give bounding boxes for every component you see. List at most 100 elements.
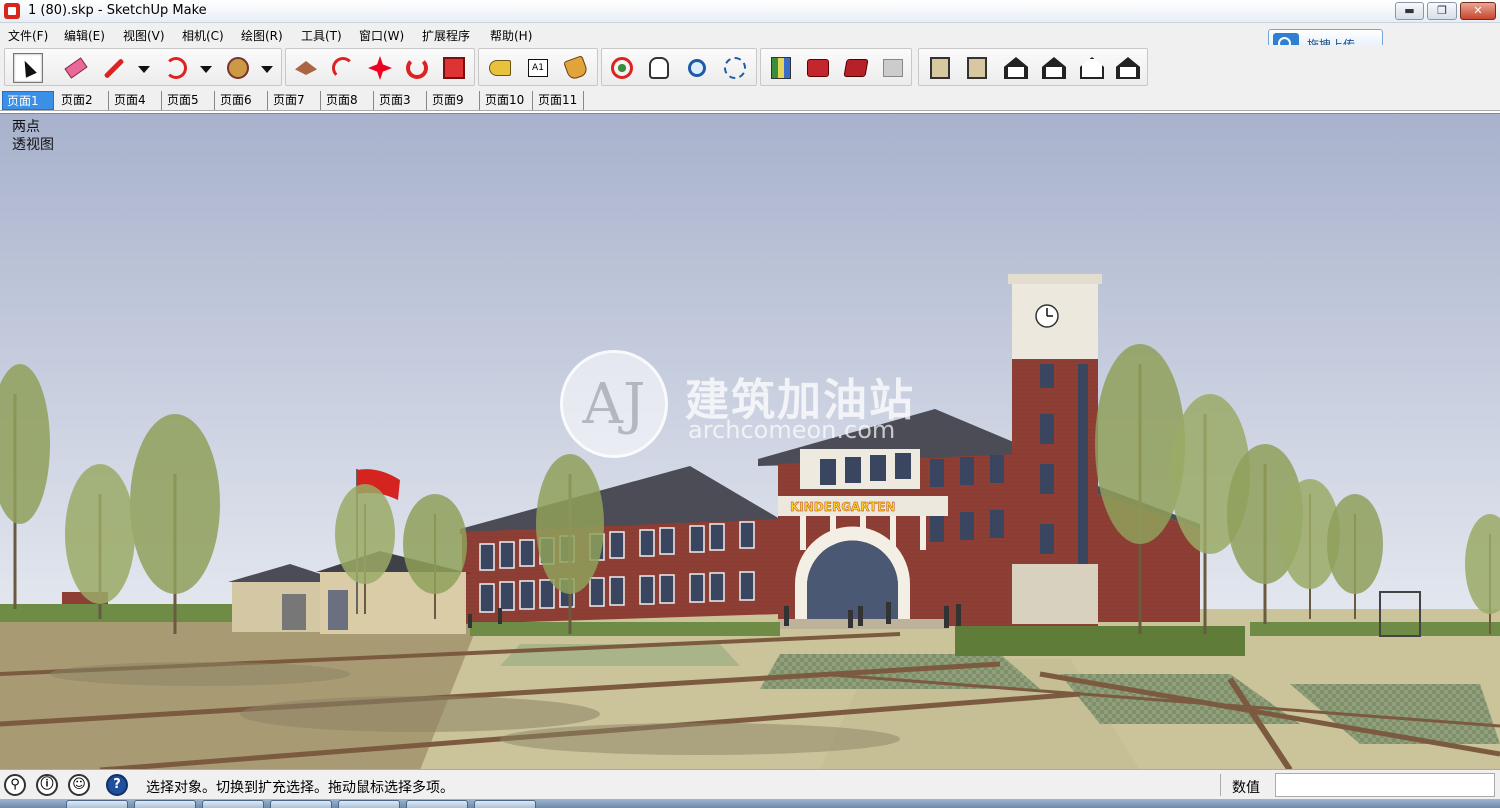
- taskbar-item-2[interactable]: [134, 800, 196, 808]
- scale-tool-button[interactable]: [439, 53, 469, 83]
- follow-me-icon: [332, 57, 354, 79]
- menu-window[interactable]: 窗口(W): [359, 27, 404, 44]
- shape-dropdown-chevron-icon[interactable]: [261, 66, 273, 73]
- geo-location-icon[interactable]: ⚲: [4, 774, 26, 796]
- top-view-button[interactable]: [962, 53, 992, 83]
- paint-bucket-tool-button[interactable]: [561, 53, 591, 83]
- scene-tab-8[interactable]: 页面8: [322, 91, 374, 110]
- line-tool-button[interactable]: [99, 53, 129, 83]
- eraser-tool-button[interactable]: [61, 53, 91, 83]
- move-tool-button[interactable]: [365, 53, 395, 83]
- scene-tab-1[interactable]: 页面1: [2, 91, 54, 110]
- status-divider: [1220, 774, 1221, 796]
- edit-tools-group: [285, 48, 475, 86]
- paint-bucket-icon: [563, 55, 589, 81]
- title-bar: 1 (80).skp - SketchUp Make ▬ ❐ ✕: [0, 0, 1500, 23]
- scene-tab-5[interactable]: 页面5: [163, 91, 215, 110]
- zoom-extents-icon: [724, 57, 746, 79]
- select-tool-button[interactable]: [13, 53, 43, 83]
- back-view-button[interactable]: [1077, 53, 1107, 83]
- top-view-icon: [967, 57, 987, 79]
- left-view-button[interactable]: [1113, 53, 1143, 83]
- measurements-label: 数值: [1232, 780, 1260, 796]
- shape-tool-button[interactable]: [223, 53, 253, 83]
- minimize-button[interactable]: ▬: [1395, 2, 1424, 20]
- back-view-icon: [1080, 57, 1104, 79]
- measurements-input[interactable]: [1275, 773, 1495, 797]
- front-view-icon: [1004, 57, 1028, 79]
- zoom-tool-button[interactable]: [682, 53, 712, 83]
- scene-tab-10[interactable]: 页面10: [481, 91, 533, 110]
- move-icon: [368, 56, 392, 80]
- menu-view[interactable]: 视图(V): [123, 27, 165, 44]
- model-viewport[interactable]: KINDERGARTEN 两点 透视图 AJ 建筑加油站 archcomeon.…: [0, 113, 1500, 769]
- views-toolbar-group: [918, 48, 1148, 86]
- pencil-icon: [103, 57, 125, 79]
- menu-edit[interactable]: 编辑(E): [64, 27, 105, 44]
- text-icon: A1: [528, 59, 548, 77]
- tree-shadow-1: [240, 696, 600, 732]
- tower-base: [1012, 564, 1098, 624]
- arc-tool-button[interactable]: [161, 53, 191, 83]
- taskbar-item-7[interactable]: [474, 800, 536, 808]
- tree-shadow-3: [50, 662, 350, 686]
- menu-tools[interactable]: 工具(T): [301, 27, 342, 44]
- taskbar-item-4[interactable]: [270, 800, 332, 808]
- camera-mode-line-1: 两点: [12, 119, 40, 135]
- tape-measure-tool-button[interactable]: [485, 53, 515, 83]
- text-tool-button[interactable]: A1: [523, 53, 553, 83]
- push-pull-icon: [295, 61, 317, 75]
- push-pull-tool-button[interactable]: [291, 53, 321, 83]
- menu-file[interactable]: 文件(F): [8, 27, 48, 44]
- 3d-warehouse-button[interactable]: [803, 53, 833, 83]
- iso-view-button[interactable]: [925, 53, 955, 83]
- tape-measure-icon: [489, 60, 511, 76]
- hedge-left: [0, 604, 240, 622]
- credits-icon[interactable]: ⓘ: [36, 774, 58, 796]
- extension-warehouse-button[interactable]: [878, 53, 908, 83]
- arc-dropdown-chevron-icon[interactable]: [200, 66, 212, 73]
- restore-button[interactable]: ❐: [1427, 2, 1457, 20]
- rotate-icon: [406, 57, 428, 79]
- scene-tab-11[interactable]: 页面11: [534, 91, 584, 110]
- orbit-icon: [611, 57, 633, 79]
- scene-tab-4[interactable]: 页面4: [110, 91, 162, 110]
- share-model-icon: [843, 59, 869, 77]
- scene-tab-9[interactable]: 页面9: [428, 91, 480, 110]
- location-map-icon: [771, 57, 791, 79]
- right-view-button[interactable]: [1039, 53, 1069, 83]
- gatehouse-2-door: [328, 590, 348, 630]
- construction-tools-group: A1: [478, 48, 598, 86]
- rotate-tool-button[interactable]: [402, 53, 432, 83]
- pan-tool-button[interactable]: [644, 53, 674, 83]
- front-view-button[interactable]: [1001, 53, 1031, 83]
- camera-mode-label: 两点 透视图: [12, 118, 54, 154]
- taskbar-item-6[interactable]: [406, 800, 468, 808]
- sketchup-app-icon[interactable]: [4, 3, 20, 19]
- left-view-icon: [1116, 57, 1140, 79]
- add-location-button[interactable]: [766, 53, 796, 83]
- hedge-front: [955, 626, 1245, 656]
- scene-tab-3[interactable]: 页面3: [375, 91, 427, 110]
- scene-tab-2[interactable]: 页面2: [57, 91, 109, 110]
- camera-mode-line-2: 透视图: [12, 137, 54, 153]
- line-dropdown-chevron-icon[interactable]: [138, 66, 150, 73]
- zoom-extents-button[interactable]: [720, 53, 750, 83]
- taskbar-item-1[interactable]: [66, 800, 128, 808]
- orbit-tool-button[interactable]: [607, 53, 637, 83]
- close-button[interactable]: ✕: [1460, 2, 1496, 20]
- follow-me-tool-button[interactable]: [328, 53, 358, 83]
- warehouse-tools-group: [760, 48, 912, 86]
- taskbar-item-5[interactable]: [338, 800, 400, 808]
- tower-cornice: [1008, 274, 1102, 284]
- menu-camera[interactable]: 相机(C): [182, 27, 224, 44]
- share-model-button[interactable]: [841, 53, 871, 83]
- help-icon[interactable]: ?: [106, 774, 128, 796]
- menu-help[interactable]: 帮助(H): [490, 27, 532, 44]
- scene-tab-6[interactable]: 页面6: [216, 91, 268, 110]
- scene-tab-7[interactable]: 页面7: [269, 91, 321, 110]
- user-account-icon[interactable]: ☺: [68, 774, 90, 796]
- taskbar-item-3[interactable]: [202, 800, 264, 808]
- menu-extensions[interactable]: 扩展程序: [422, 27, 470, 44]
- menu-draw[interactable]: 绘图(R): [241, 27, 283, 44]
